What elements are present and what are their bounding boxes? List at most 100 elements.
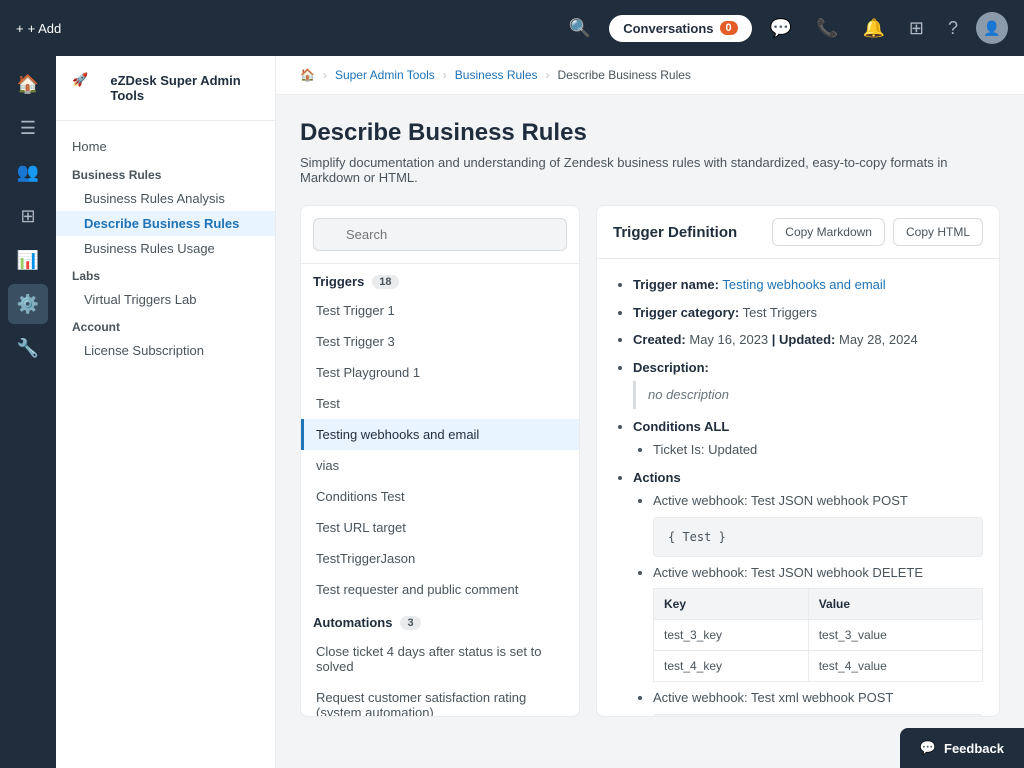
action-2: Active webhook: Test JSON webhook DELETE… (653, 563, 983, 683)
sidebar-item-home[interactable]: Home (56, 133, 275, 160)
trigger-name-item: Trigger name: Testing webhooks and email (633, 275, 983, 295)
actions-label: Actions (633, 470, 681, 485)
table-cell-key: test_4_key (654, 651, 809, 682)
search-input[interactable] (313, 218, 567, 251)
list-item[interactable]: Request customer satisfaction rating (sy… (301, 682, 579, 716)
sidebar-chart-icon[interactable]: 📊 (8, 240, 48, 280)
list-item[interactable]: Test Trigger 1 (301, 295, 579, 326)
trigger-category-item: Trigger category: Test Triggers (633, 303, 983, 323)
table-row: test_4_key test_4_value (654, 651, 983, 682)
triggers-section-header: Triggers 18 (301, 264, 579, 295)
json-code-block: { Test } (653, 517, 983, 557)
conversations-badge: 0 (720, 21, 738, 35)
main-content: 🏠 › Super Admin Tools › Business Rules ›… (276, 56, 1024, 768)
list-item-test-playground[interactable]: Test Playground 1 (301, 357, 579, 388)
list-item[interactable]: Test requester and public comment (301, 574, 579, 605)
triggers-label: Triggers (313, 274, 364, 289)
breadcrumb-current: Describe Business Rules (558, 68, 691, 82)
automations-badge: 3 (400, 616, 420, 630)
table-row: test_3_key test_3_value (654, 620, 983, 651)
sidebar-item-business-rules-analysis[interactable]: Business Rules Analysis (56, 186, 275, 211)
bell-icon[interactable]: 🔔 (856, 12, 890, 45)
breadcrumb: 🏠 › Super Admin Tools › Business Rules ›… (276, 56, 1024, 95)
content-columns: 🔍 Triggers 18 Test Trigger 1 Test Trigge… (300, 205, 1000, 717)
search-icon[interactable]: 🔍 (563, 12, 597, 45)
list-item[interactable]: Test Trigger 3 (301, 326, 579, 357)
conditions-item: Conditions ALL Ticket Is: Updated (633, 417, 983, 460)
plus-icon: + (16, 21, 24, 36)
table-cell-value: test_4_value (808, 651, 982, 682)
sidebar-home-icon[interactable]: 🏠 (8, 64, 48, 104)
updated-date: May 28, 2024 (839, 332, 918, 347)
chat-icon[interactable]: 💬 (764, 12, 798, 45)
icon-sidebar: 🏠 ☰ 👥 ⊞ 📊 ⚙️ 🔧 (0, 56, 56, 768)
list-scroll: Triggers 18 Test Trigger 1 Test Trigger … (301, 264, 579, 716)
definition-panel: Trigger Definition Copy Markdown Copy HT… (596, 205, 1000, 717)
definition-header: Trigger Definition Copy Markdown Copy HT… (597, 206, 999, 259)
sidebar-list-icon[interactable]: ☰ (8, 108, 48, 148)
condition-item: Ticket Is: Updated (653, 440, 983, 460)
list-item[interactable]: vias (301, 450, 579, 481)
created-date: May 16, 2023 (689, 332, 768, 347)
conditions-label: Conditions ALL (633, 419, 729, 434)
table-header-key: Key (654, 589, 809, 620)
breadcrumb-super-admin[interactable]: Super Admin Tools (335, 68, 435, 82)
main-layout: 🏠 ☰ 👥 ⊞ 📊 ⚙️ 🔧 🚀 eZDesk Super Admin Tool… (0, 56, 1024, 768)
home-icon: 🏠 (300, 68, 315, 82)
conversations-button[interactable]: Conversations 0 (609, 15, 751, 42)
list-item[interactable]: Close ticket 4 days after status is set … (301, 636, 579, 682)
feedback-label: Feedback (944, 741, 1004, 756)
sidebar-section-account: Account (56, 312, 275, 338)
sidebar-header: 🚀 eZDesk Super Admin Tools (56, 72, 275, 121)
sidebar-grid-icon[interactable]: ⊞ (8, 196, 48, 236)
page-body: Describe Business Rules Simplify documen… (276, 95, 1024, 741)
top-nav: + + Add 🔍 Conversations 0 💬 📞 🔔 ⊞ ? 👤 (0, 0, 1024, 56)
avatar[interactable]: 👤 (976, 12, 1008, 44)
description-label: Description: (633, 360, 709, 375)
trigger-name-link[interactable]: Testing webhooks and email (722, 277, 885, 292)
copy-html-button[interactable]: Copy HTML (893, 218, 983, 246)
sidebar-users-icon[interactable]: 👥 (8, 152, 48, 192)
sidebar-section-labs: Labs (56, 261, 275, 287)
search-wrapper: 🔍 (313, 218, 567, 251)
grid-icon[interactable]: ⊞ (903, 12, 930, 45)
sidebar-logo: 🚀 (72, 72, 100, 104)
definition-title: Trigger Definition (613, 224, 737, 241)
automations-section-header: Automations 3 (301, 605, 579, 636)
table-header-value: Value (808, 589, 982, 620)
sidebar-apps-icon[interactable]: 🔧 (8, 328, 48, 368)
feedback-button[interactable]: 💬 Feedback (900, 728, 1024, 768)
triggers-badge: 18 (372, 275, 398, 289)
sidebar-gear-icon[interactable]: ⚙️ (8, 284, 48, 324)
list-item[interactable]: Test URL target (301, 512, 579, 543)
add-button[interactable]: + + Add (16, 21, 61, 36)
sidebar-item-business-rules-usage[interactable]: Business Rules Usage (56, 236, 275, 261)
list-item[interactable]: Test (301, 388, 579, 419)
sidebar-item-virtual-triggers-lab[interactable]: Virtual Triggers Lab (56, 287, 275, 312)
sidebar-section-business-rules: Business Rules (56, 160, 275, 186)
list-item[interactable]: TestTriggerJason (301, 543, 579, 574)
conditions-list: Ticket Is: Updated (633, 440, 983, 460)
list-panel: 🔍 Triggers 18 Test Trigger 1 Test Trigge… (300, 205, 580, 717)
table-cell-key: test_3_key (654, 620, 809, 651)
feedback-icon: 💬 (920, 740, 936, 756)
copy-markdown-button[interactable]: Copy Markdown (772, 218, 885, 246)
help-icon[interactable]: ? (942, 12, 964, 45)
list-item-conditions-test[interactable]: Conditions Test (301, 481, 579, 512)
breadcrumb-business-rules[interactable]: Business Rules (455, 68, 538, 82)
sidebar-item-describe-business-rules[interactable]: Describe Business Rules (56, 211, 275, 236)
app-sidebar: 🚀 eZDesk Super Admin Tools Home Business… (56, 56, 276, 768)
automations-label: Automations (313, 615, 392, 630)
sidebar-title: eZDesk Super Admin Tools (110, 73, 259, 103)
trigger-category-value: Test Triggers (743, 305, 817, 320)
definition-body: Trigger name: Testing webhooks and email… (597, 259, 999, 716)
sidebar-item-license-subscription[interactable]: License Subscription (56, 338, 275, 363)
definition-list: Trigger name: Testing webhooks and email… (613, 275, 983, 716)
search-box: 🔍 (301, 206, 579, 264)
page-title: Describe Business Rules (300, 119, 1000, 147)
actions-list: Active webhook: Test JSON webhook POST {… (633, 491, 983, 716)
dates-item: Created: May 16, 2023 | Updated: May 28,… (633, 330, 983, 350)
phone-icon[interactable]: 📞 (810, 12, 844, 45)
action-1: Active webhook: Test JSON webhook POST {… (653, 491, 983, 557)
list-item-testing-webhooks[interactable]: Testing webhooks and email (301, 419, 579, 450)
